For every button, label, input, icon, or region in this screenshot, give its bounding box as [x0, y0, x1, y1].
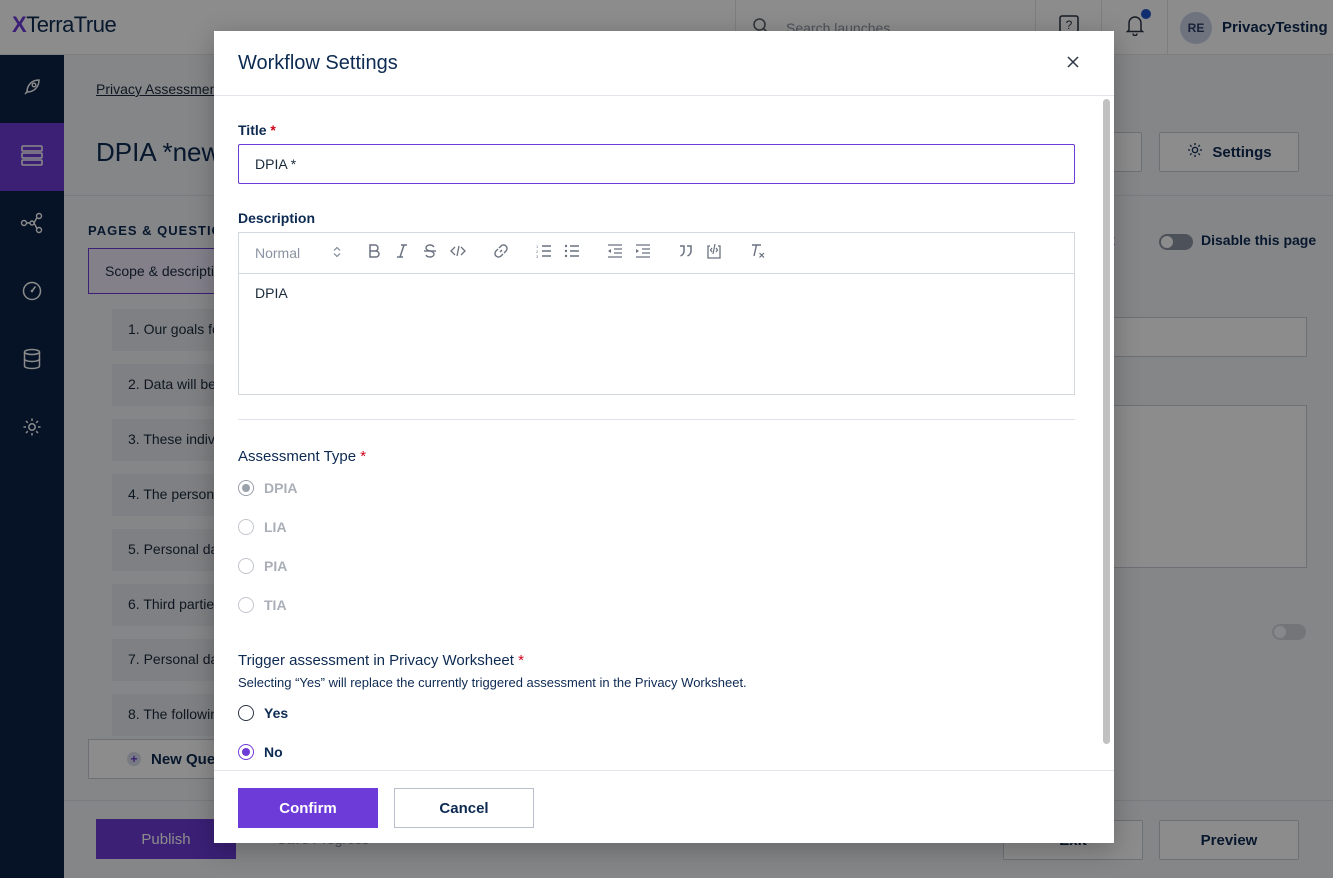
radio-button[interactable]	[238, 519, 254, 535]
close-icon	[1067, 55, 1079, 73]
option-label: LIA	[264, 519, 287, 535]
bullet-list-button[interactable]	[562, 243, 582, 263]
assessment-type-label: Assessment Type *	[238, 448, 366, 465]
assessment-type-label-text: Assessment Type	[238, 448, 357, 465]
required-mark: *	[360, 448, 367, 465]
modal-title: Workflow Settings	[238, 52, 398, 74]
quote-icon	[679, 244, 693, 262]
confirm-button[interactable]: Confirm	[238, 788, 378, 828]
ordered-list-icon: 123	[536, 244, 552, 263]
radio-button[interactable]	[238, 558, 254, 574]
cancel-button[interactable]: Cancel	[394, 788, 534, 828]
clear-format-button[interactable]	[748, 243, 768, 263]
trigger-label: Trigger assessment in Privacy Worksheet …	[238, 652, 524, 669]
strikethrough-button[interactable]	[420, 243, 440, 263]
section-divider	[238, 419, 1075, 420]
option-label: PIA	[264, 558, 288, 574]
trigger-option-no[interactable]: No	[238, 744, 283, 760]
outdent-icon	[607, 243, 623, 263]
bold-icon	[368, 243, 380, 263]
trigger-label-text: Trigger assessment in Privacy Worksheet	[238, 652, 514, 669]
blockquote-button[interactable]	[676, 243, 696, 263]
option-label: Yes	[264, 705, 289, 721]
link-icon	[493, 243, 509, 264]
svg-text:3: 3	[536, 254, 539, 258]
description-content[interactable]: DPIA	[255, 285, 288, 301]
title-label: Title *	[238, 122, 276, 138]
title-label-text: Title	[238, 122, 267, 138]
required-mark: *	[518, 652, 524, 669]
assessment-option-pia[interactable]: PIA	[238, 558, 287, 574]
radio-button[interactable]	[238, 480, 254, 496]
trigger-option-yes[interactable]: Yes	[238, 705, 288, 721]
clear-format-icon	[750, 243, 766, 264]
indent-button[interactable]	[633, 243, 653, 263]
code-block-icon	[706, 243, 722, 264]
code-block-button[interactable]	[704, 243, 724, 263]
title-input[interactable]	[238, 144, 1075, 184]
ordered-list-button[interactable]: 123	[534, 243, 554, 263]
option-label: DPIA	[264, 480, 298, 496]
trigger-helper-text: Selecting “Yes” will replace the current…	[238, 675, 747, 690]
scrollbar-thumb[interactable]	[1103, 99, 1110, 744]
modal-header: Workflow Settings	[214, 31, 1114, 96]
modal-scrollbar[interactable]	[1100, 99, 1112, 747]
editor-toolbar: Normal 123	[239, 233, 1074, 274]
description-editor: Normal 123 DPIA	[238, 232, 1075, 395]
assessment-option-lia[interactable]: LIA	[238, 519, 287, 535]
sort-arrows-icon	[333, 245, 341, 261]
link-button[interactable]	[491, 243, 511, 263]
modal-body: Title * Description Normal 123	[214, 96, 1114, 770]
code-button[interactable]	[448, 243, 468, 263]
radio-button[interactable]	[238, 597, 254, 613]
radio-button[interactable]	[238, 705, 254, 721]
radio-button[interactable]	[238, 744, 254, 760]
format-select[interactable]: Normal	[255, 243, 341, 263]
strikethrough-icon	[423, 243, 437, 263]
modal-footer: Confirm Cancel	[214, 770, 1114, 843]
italic-button[interactable]	[392, 243, 412, 263]
assessment-option-tia[interactable]: TIA	[238, 597, 287, 613]
bullet-list-icon	[564, 244, 580, 263]
required-mark: *	[270, 122, 276, 138]
description-label: Description	[238, 210, 316, 226]
italic-icon	[396, 243, 408, 263]
bold-button[interactable]	[364, 243, 384, 263]
option-label: No	[264, 744, 283, 760]
format-select-value: Normal	[255, 245, 301, 261]
option-label: TIA	[264, 597, 287, 613]
assessment-option-dpia[interactable]: DPIA	[238, 480, 297, 496]
workflow-settings-modal: Workflow Settings Title * Description No…	[214, 31, 1114, 843]
close-button[interactable]	[1062, 53, 1084, 75]
indent-icon	[635, 243, 651, 263]
outdent-button[interactable]	[605, 243, 625, 263]
code-icon	[450, 244, 466, 262]
